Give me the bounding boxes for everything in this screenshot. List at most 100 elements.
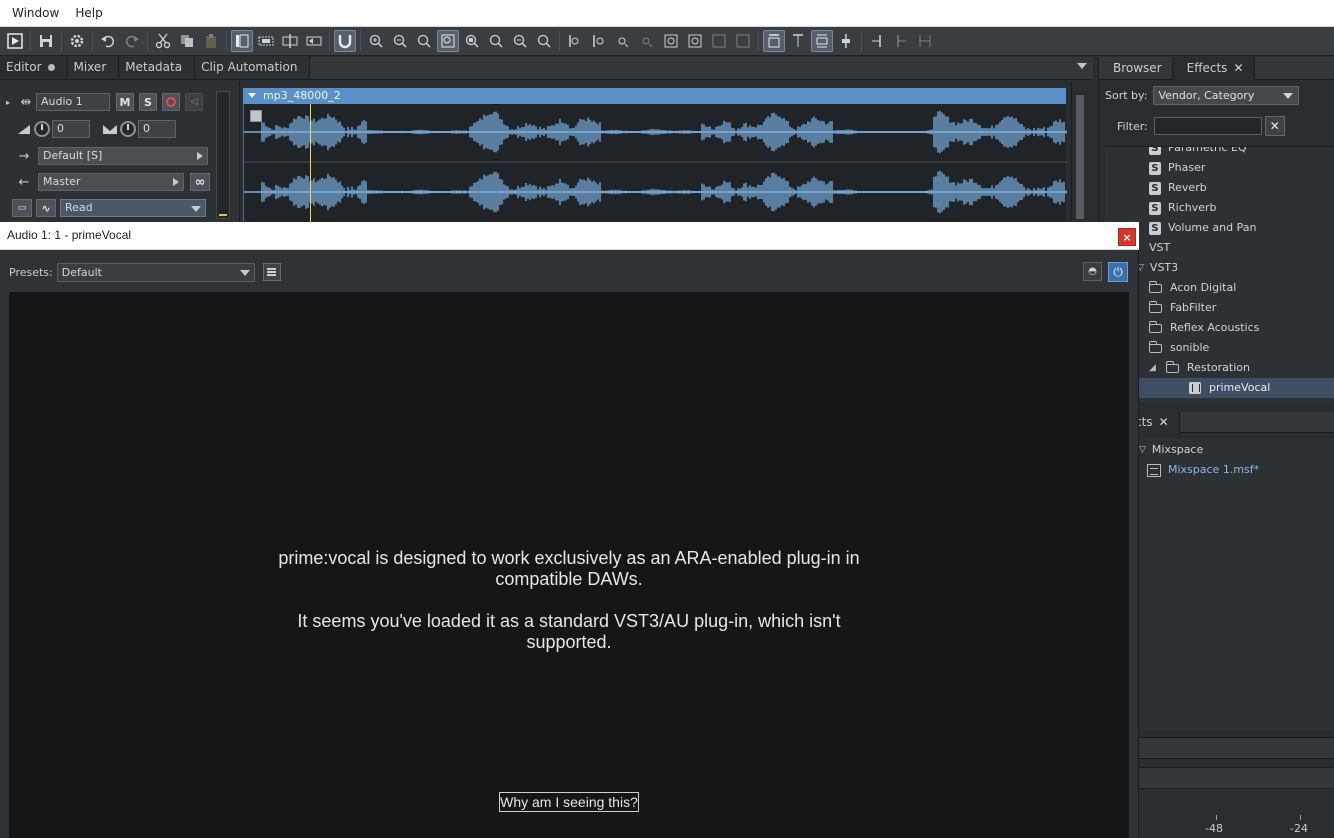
zoom-all-icon[interactable] <box>509 30 531 52</box>
track-collapse-icon[interactable]: ▸ <box>0 92 16 112</box>
copy-icon[interactable] <box>176 30 198 52</box>
zoom-vertical-icon[interactable] <box>413 30 435 52</box>
speaker-icon: ◁ <box>190 97 198 107</box>
track-lane[interactable]: mp3_48000_2 <box>241 81 1070 222</box>
tree-item-phaser[interactable]: S Phaser <box>1149 158 1205 178</box>
close-icon[interactable]: ✕ <box>1159 412 1169 433</box>
snap-magnet-icon[interactable] <box>334 30 356 52</box>
filter-clear-close-icon[interactable]: ✕ <box>1264 116 1285 136</box>
zoom-fit-icon[interactable] <box>437 30 459 52</box>
sort-select[interactable]: Vendor, Category <box>1153 85 1300 105</box>
track-move-icon[interactable] <box>787 30 809 52</box>
play-icon[interactable] <box>4 30 26 52</box>
zoom-out-icon[interactable] <box>389 30 411 52</box>
tree-item-mixspace-group[interactable]: ▽ Mixspace <box>1139 441 1203 459</box>
loop-clear-icon[interactable] <box>708 30 730 52</box>
playhead-cursor[interactable] <box>310 104 311 222</box>
tree-item-sonible[interactable]: sonible <box>1149 338 1209 358</box>
vertical-scrollbar[interactable] <box>1071 81 1088 222</box>
monitor-button[interactable]: ◁ <box>185 93 203 111</box>
track-fx-button[interactable]: ▭ <box>12 199 32 217</box>
solo-button[interactable]: S <box>139 93 157 111</box>
paste-icon[interactable] <box>200 30 222 52</box>
clip-menu-chevron-down-icon[interactable] <box>248 93 256 98</box>
pan-knob[interactable] <box>120 121 136 137</box>
tree-item-primevocal[interactable]: primeVocal <box>1105 378 1334 398</box>
punch-out-icon[interactable] <box>890 30 912 52</box>
marker-start-icon[interactable] <box>564 30 586 52</box>
automation-mode-select[interactable]: Read <box>60 199 206 217</box>
tree-item-volume-and-pan[interactable]: S Volume and Pan <box>1149 218 1256 238</box>
plugin-close-button[interactable]: × <box>1118 228 1136 246</box>
input-select[interactable]: Default [S] <box>38 147 208 165</box>
link-infinity-button[interactable]: ∞ <box>190 173 210 191</box>
select-tool-icon[interactable] <box>231 30 253 52</box>
tree-item-vst[interactable]: VST <box>1149 238 1170 258</box>
tab-mixer[interactable]: Mixer <box>67 56 120 79</box>
zoom-track-icon[interactable] <box>485 30 507 52</box>
tree-item-reflex-acoustics[interactable]: Reflex Acoustics <box>1149 318 1259 338</box>
tree-item-fabfilter[interactable]: FabFilter <box>1149 298 1216 318</box>
zoom-in-icon[interactable] <box>365 30 387 52</box>
zoom-selection-icon[interactable] <box>461 30 483 52</box>
cut-icon[interactable] <box>152 30 174 52</box>
track-move-icon[interactable]: ⇹ <box>16 92 36 112</box>
tab-metadata[interactable]: Metadata <box>119 56 196 79</box>
filter-input[interactable] <box>1153 117 1262 135</box>
track-align-icon[interactable] <box>835 30 857 52</box>
save-icon[interactable] <box>35 30 57 52</box>
split-tool-icon[interactable] <box>279 30 301 52</box>
tab-clip-automation[interactable]: Clip Automation <box>195 56 311 79</box>
punch-in-icon[interactable] <box>866 30 888 52</box>
menu-window[interactable]: Window <box>0 0 67 27</box>
expand-chevron-down-icon[interactable]: ▽ <box>1139 441 1146 459</box>
presets-menu-button[interactable] <box>262 263 281 281</box>
marker-next-icon[interactable] <box>612 30 634 52</box>
tree-item-reverb[interactable]: S Reverb <box>1149 178 1207 198</box>
expand-triangle-icon[interactable]: ◢ <box>1149 358 1156 378</box>
presets-select[interactable]: Default <box>56 262 255 282</box>
tree-item-mixspace-file[interactable]: Mixspace 1.msf* <box>1147 461 1259 479</box>
tree-item-acon-digital[interactable]: Acon Digital <box>1149 278 1236 298</box>
volume-knob[interactable] <box>34 121 50 137</box>
scrollbar-thumb[interactable] <box>1076 95 1084 219</box>
trim-tool-icon[interactable] <box>303 30 325 52</box>
loop-set-icon[interactable] <box>684 30 706 52</box>
clip-header[interactable]: mp3_48000_2 <box>243 88 1066 104</box>
undo-icon[interactable] <box>97 30 119 52</box>
marker-prev-icon[interactable] <box>588 30 610 52</box>
close-icon[interactable]: ✕ <box>1233 57 1243 80</box>
tree-item-richverb[interactable]: S Richverb <box>1149 198 1217 218</box>
clip-fade-handle-icon[interactable] <box>250 110 262 122</box>
loop-region-icon[interactable] <box>660 30 682 52</box>
tab-effects[interactable]: Effects ✕ <box>1172 57 1255 80</box>
tree-item-parametric-eq[interactable]: S Parametric EQ <box>1149 147 1247 158</box>
punch-range-icon[interactable] <box>914 30 936 52</box>
redo-icon[interactable] <box>121 30 143 52</box>
track-height-icon[interactable] <box>811 30 833 52</box>
zoom-prev-icon[interactable] <box>533 30 555 52</box>
track-name-field[interactable]: Audio 1 <box>36 93 110 111</box>
plugin-bypass-button[interactable]: ⏻ <box>1108 262 1128 282</box>
tree-item-vst3[interactable]: ▽ VST3 <box>1137 258 1178 278</box>
output-select[interactable]: Master <box>38 173 184 191</box>
plugin-compare-button[interactable]: ◓ <box>1083 262 1102 281</box>
tree-item-restoration[interactable]: ◢ Restoration <box>1149 358 1250 378</box>
marker-add-icon[interactable] <box>636 30 658 52</box>
loop-toggle-icon[interactable] <box>732 30 754 52</box>
automation-button[interactable]: ∿ <box>36 199 56 217</box>
pan-field[interactable]: 0 <box>138 120 176 138</box>
mute-button[interactable]: M <box>116 93 134 111</box>
menu-help[interactable]: Help <box>67 0 110 27</box>
plugin-window-titlebar[interactable]: Audio 1: 1 - primeVocal × <box>0 222 1139 250</box>
range-tool-icon[interactable] <box>255 30 277 52</box>
why-am-i-seeing-this-button[interactable]: Why am I seeing this? <box>499 792 639 812</box>
tab-editor[interactable]: Editor <box>0 56 68 79</box>
settings-gear-icon[interactable] <box>66 30 88 52</box>
tab-menu-chevron-down-icon[interactable] <box>1077 63 1087 69</box>
record-arm-button[interactable] <box>162 93 180 111</box>
tab-browser[interactable]: Browser <box>1099 57 1173 80</box>
track-insert-icon[interactable] <box>763 30 785 52</box>
volume-field[interactable]: 0 <box>52 120 90 138</box>
audio-clip[interactable] <box>243 104 1067 222</box>
